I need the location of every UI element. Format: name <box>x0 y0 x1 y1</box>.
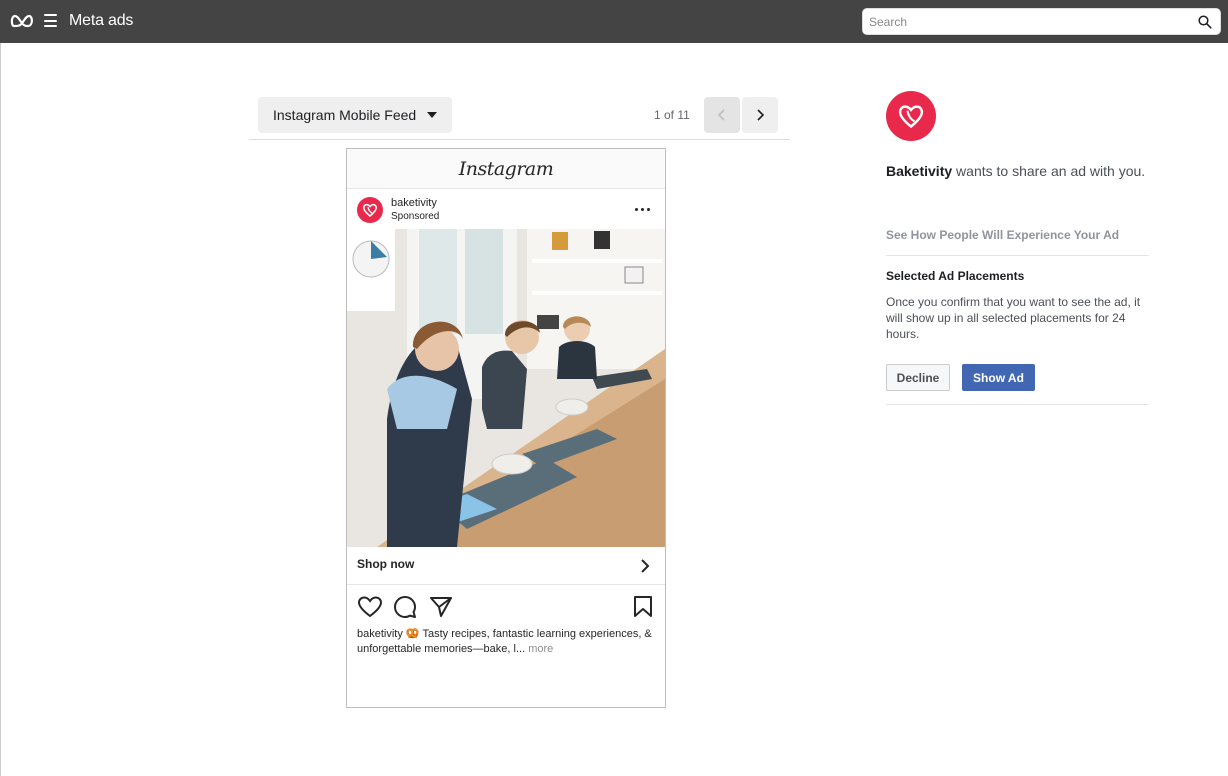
shop-now-row[interactable]: Shop now <box>347 547 665 585</box>
search-input[interactable] <box>869 13 1189 31</box>
divider <box>249 139 790 140</box>
baking-kids-illustration <box>347 229 665 547</box>
sponsored-label: Sponsored <box>391 211 440 222</box>
chevron-left-icon <box>717 109 725 121</box>
selected-placements-title: Selected Ad Placements <box>886 269 1025 283</box>
more-options-icon[interactable] <box>633 201 653 217</box>
share-message: Baketivity wants to share an ad with you… <box>886 163 1145 179</box>
caption-emoji: 🥨 <box>405 628 420 640</box>
comment-icon[interactable] <box>393 595 417 619</box>
search-icon[interactable] <box>1198 15 1212 29</box>
pager-count: 1 of 11 <box>654 108 690 122</box>
show-ad-button[interactable]: Show Ad <box>962 364 1035 391</box>
prev-placement-button[interactable] <box>704 97 740 133</box>
top-bar: Meta ads <box>0 0 1228 43</box>
see-how-heading: See How People Will Experience Your Ad <box>886 228 1120 242</box>
caret-down-icon <box>427 112 437 118</box>
advertiser-avatar[interactable] <box>357 197 383 223</box>
chevron-right-icon <box>757 109 765 121</box>
divider <box>886 404 1149 405</box>
left-border <box>0 43 1 776</box>
ad-image[interactable] <box>347 229 665 547</box>
bookmark-icon[interactable] <box>633 596 653 618</box>
caption-more-link[interactable]: more <box>528 643 553 655</box>
post-actions <box>347 593 665 623</box>
advertiser-name: Baketivity <box>886 163 953 179</box>
meta-logo-icon[interactable] <box>10 12 34 30</box>
advertiser-logo <box>886 91 936 141</box>
selected-placements-description: Once you confirm that you want to see th… <box>886 295 1141 341</box>
search-box[interactable] <box>862 8 1221 35</box>
placement-dropdown[interactable]: Instagram Mobile Feed <box>258 97 452 133</box>
instagram-wordmark: Instagram <box>458 158 554 180</box>
decline-button[interactable]: Decline <box>886 364 950 391</box>
share-icon[interactable] <box>429 596 453 618</box>
post-caption: baketivity 🥨 Tasty recipes, fantastic le… <box>357 627 657 657</box>
instagram-header: Instagram <box>347 149 665 189</box>
post-username[interactable]: baketivity <box>391 197 437 209</box>
app-title[interactable]: Meta ads <box>69 12 133 30</box>
heart-logo-icon <box>898 105 924 129</box>
menu-icon[interactable] <box>44 14 58 28</box>
next-placement-button[interactable] <box>742 97 778 133</box>
placement-selected-label: Instagram Mobile Feed <box>273 107 417 123</box>
divider <box>886 255 1149 256</box>
caption-username[interactable]: baketivity <box>357 628 403 640</box>
share-text: wants to share an ad with you. <box>952 163 1146 179</box>
heart-logo-icon <box>362 203 378 218</box>
heart-icon[interactable] <box>357 595 383 619</box>
ad-preview-frame: Instagram baketivity Sponsored Shop now … <box>346 148 666 708</box>
cta-label: Shop now <box>357 557 415 571</box>
chevron-right-icon <box>641 559 650 573</box>
